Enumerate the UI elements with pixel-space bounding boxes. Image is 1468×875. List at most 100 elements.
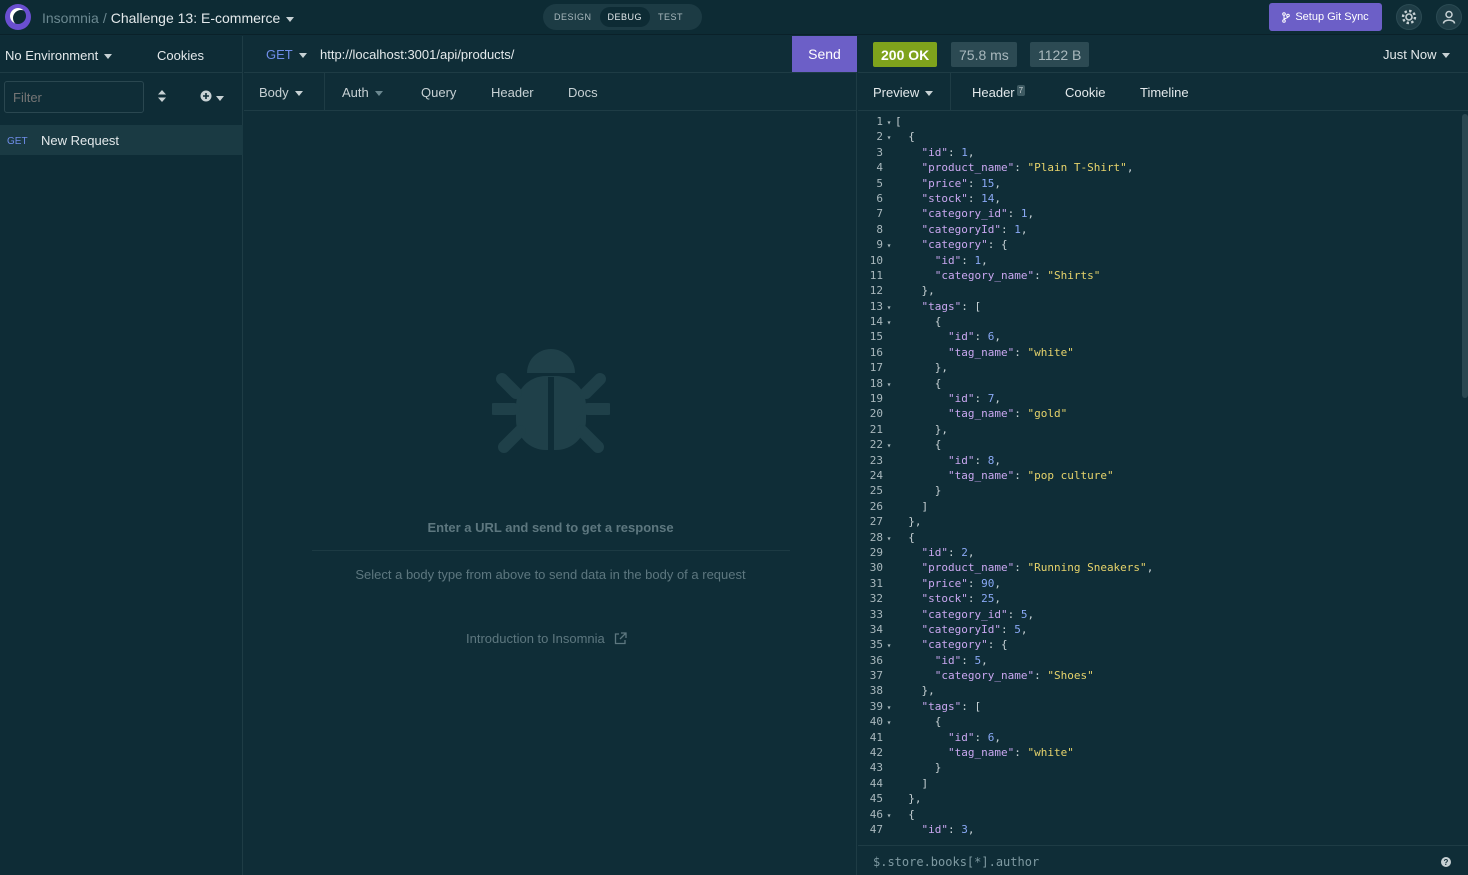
- breadcrumb-app[interactable]: Insomnia: [42, 10, 99, 26]
- intro-link[interactable]: Introduction to Insomnia: [466, 631, 628, 646]
- code-text: {: [895, 807, 915, 821]
- tab-preview[interactable]: Preview: [858, 73, 951, 111]
- code-line: 35 ▾ "category": {: [858, 637, 1462, 652]
- status-badge: 200 OK: [873, 42, 938, 67]
- line-number: 4: [876, 161, 883, 175]
- method-selector[interactable]: GET: [266, 47, 307, 62]
- code-text: "product_name": "Plain T-Shirt",: [921, 161, 1134, 175]
- line-number: 2: [876, 130, 883, 144]
- response-body-viewer[interactable]: 1 ▾[2 ▾ {3 "id": 1, 4 "product_name": "Plai…: [858, 114, 1462, 845]
- code-text: "id": 7,: [947, 392, 1001, 406]
- code-text: "category_name": "Shirts": [934, 268, 1101, 282]
- code-line: 18 ▾ {: [858, 376, 1462, 391]
- code-line: 42 "tag_name": "white": [858, 745, 1462, 760]
- send-button[interactable]: Send: [792, 36, 857, 72]
- tab-response-header[interactable]: Header 7: [972, 85, 1026, 100]
- tab-auth[interactable]: Auth: [342, 85, 383, 100]
- sort-icon[interactable]: [158, 90, 166, 105]
- environment-selector[interactable]: No Environment: [5, 48, 113, 63]
- fold-caret-icon[interactable]: ▾: [883, 130, 895, 145]
- code-line: 25 }: [858, 483, 1462, 498]
- code-text: "stock": 25,: [921, 592, 1001, 606]
- add-item-dropdown[interactable]: [200, 89, 224, 105]
- code-line: 30 "product_name": "Running Sneakers",: [858, 560, 1462, 575]
- code-line: 11 "category_name": "Shirts": [858, 268, 1462, 283]
- scrollbar[interactable]: [1462, 114, 1468, 845]
- tab-docs[interactable]: Docs: [568, 85, 598, 100]
- settings-gear-icon[interactable]: [1396, 4, 1422, 30]
- code-text: },: [895, 422, 948, 436]
- fold-caret-icon[interactable]: ▾: [883, 715, 895, 730]
- environment-label: No Environment: [5, 48, 99, 63]
- code-line: 33 "category_id": 5,: [858, 607, 1462, 622]
- url-input[interactable]: http://localhost:3001/api/products/: [320, 47, 514, 62]
- code-text: ]: [895, 776, 929, 790]
- mode-debug[interactable]: DEBUG: [599, 7, 651, 27]
- code-line: 8 "categoryId": 1,: [858, 222, 1462, 237]
- response-filter-input[interactable]: $.store.books[*].author: [873, 855, 1039, 869]
- user-account-icon[interactable]: [1436, 4, 1462, 30]
- chevron-down-icon: [104, 54, 113, 60]
- breadcrumb: Insomnia / Challenge 13: E-commerce: [42, 10, 295, 26]
- line-number: 22: [869, 438, 883, 452]
- chevron-down-icon[interactable]: [286, 16, 295, 22]
- code-line: 3 "id": 1,: [858, 145, 1462, 160]
- line-number: 44: [869, 776, 883, 790]
- fold-caret-icon[interactable]: ▾: [883, 531, 895, 546]
- scrollbar-thumb[interactable]: [1462, 114, 1468, 398]
- response-pane: 200 OK 75.8 ms 1122 B Just Now Preview H…: [858, 36, 1468, 875]
- code-text: [: [895, 115, 902, 128]
- code-text: "tag_name": "white": [947, 345, 1074, 359]
- breadcrumb-project[interactable]: Challenge 13: E-commerce: [111, 10, 281, 26]
- line-number: 15: [869, 330, 883, 344]
- code-line: 15 "id": 6,: [858, 329, 1462, 344]
- filter-input[interactable]: [4, 81, 144, 113]
- line-number: 3: [876, 145, 883, 159]
- code-text: "tags": [: [921, 699, 982, 713]
- tab-query[interactable]: Query: [421, 85, 456, 100]
- fold-caret-icon[interactable]: ▾: [883, 700, 895, 715]
- bug-icon: [488, 343, 614, 464]
- code-line: 41 "id": 6,: [858, 730, 1462, 745]
- fold-caret-icon[interactable]: ▾: [883, 315, 895, 330]
- line-number: 28: [869, 530, 883, 544]
- fold-caret-icon[interactable]: ▾: [883, 638, 895, 653]
- line-number: 40: [869, 715, 883, 729]
- insomnia-logo-icon[interactable]: [5, 4, 31, 30]
- tab-header[interactable]: Header: [491, 85, 534, 100]
- tab-cookie[interactable]: Cookie: [1065, 85, 1105, 100]
- code-text: "tags": [: [921, 299, 982, 313]
- mode-design[interactable]: DESIGN: [546, 7, 600, 27]
- code-line: 40 ▾ {: [858, 714, 1462, 729]
- help-icon[interactable]: ?: [1441, 857, 1451, 867]
- response-filter-row: $.store.books[*].author ?: [858, 845, 1468, 875]
- response-time-badge: 75.8 ms: [951, 42, 1017, 67]
- tab-body[interactable]: Body: [244, 73, 325, 111]
- list-item[interactable]: GET New Request: [0, 125, 243, 155]
- code-line: 31 "price": 90,: [858, 576, 1462, 591]
- fold-caret-icon[interactable]: ▾: [883, 377, 895, 392]
- mode-test[interactable]: TEST: [650, 7, 691, 27]
- fold-caret-icon[interactable]: ▾: [883, 300, 895, 315]
- line-number: 13: [869, 299, 883, 313]
- tab-timeline[interactable]: Timeline: [1140, 85, 1189, 100]
- code-line: 13 ▾ "tags": [: [858, 299, 1462, 314]
- code-text: "id": 1,: [934, 253, 988, 267]
- code-text: },: [895, 792, 922, 806]
- line-number: 12: [869, 284, 883, 298]
- fold-caret-icon[interactable]: ▾: [883, 238, 895, 253]
- cookies-button[interactable]: Cookies: [157, 48, 204, 63]
- code-line: 20 "tag_name": "gold": [858, 406, 1462, 421]
- line-number: 25: [869, 484, 883, 498]
- fold-caret-icon[interactable]: ▾: [883, 115, 895, 130]
- external-link-icon: [615, 632, 628, 645]
- code-text: }: [895, 484, 942, 498]
- line-number: 46: [869, 807, 883, 821]
- code-text: },: [895, 284, 935, 298]
- fold-caret-icon[interactable]: ▾: [883, 808, 895, 823]
- line-number: 1: [876, 115, 883, 128]
- fold-caret-icon[interactable]: ▾: [883, 438, 895, 453]
- setup-git-sync-button[interactable]: Setup Git Sync: [1269, 3, 1382, 31]
- request-name: New Request: [41, 133, 120, 148]
- response-history-dropdown[interactable]: Just Now: [1383, 47, 1451, 62]
